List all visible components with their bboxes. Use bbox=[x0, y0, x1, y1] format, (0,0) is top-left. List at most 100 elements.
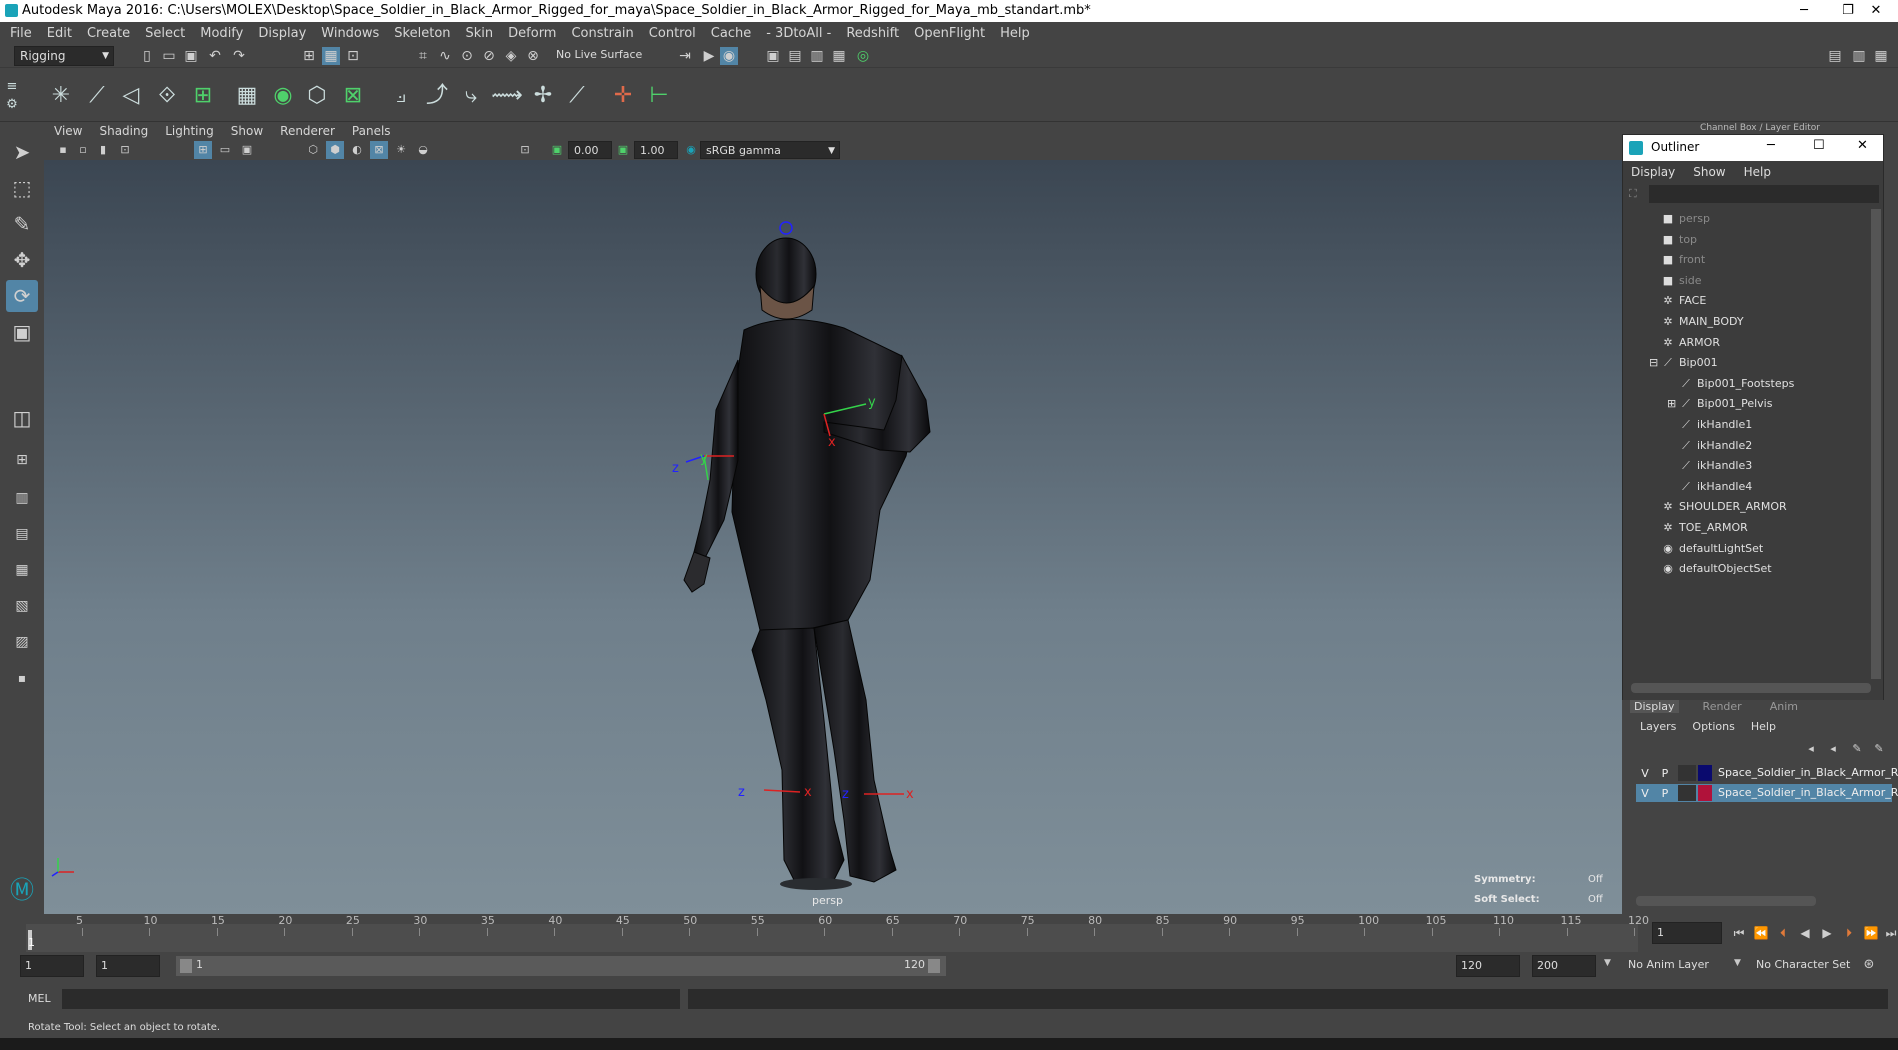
undo-icon[interactable]: ↶ bbox=[206, 47, 224, 65]
move-layer-up-icon[interactable]: ◂ bbox=[1802, 740, 1820, 758]
display-layer-row[interactable]: V P Space_Soldier_in_Black_Armor_R bbox=[1636, 784, 1898, 802]
ipr-render-icon[interactable]: ▤ bbox=[786, 47, 804, 65]
menu-3dtoall[interactable]: - 3DtoAll - bbox=[766, 26, 831, 41]
smooth-shade-icon[interactable]: ⬢ bbox=[326, 141, 344, 159]
snap-vertex-icon[interactable]: ⊗ bbox=[524, 47, 542, 65]
range-start-handle[interactable] bbox=[180, 959, 192, 973]
grid-toggle-icon[interactable]: ⊞ bbox=[194, 141, 212, 159]
outliner-menu-show[interactable]: Show bbox=[1693, 165, 1725, 179]
layer-playback-toggle[interactable]: P bbox=[1656, 785, 1674, 801]
menu-windows[interactable]: Windows bbox=[321, 26, 379, 41]
camera-select-icon[interactable]: ▪ bbox=[54, 141, 72, 159]
exposure-field[interactable]: 0.00 bbox=[568, 141, 612, 159]
menu-file[interactable]: File bbox=[10, 26, 32, 41]
insert-joint-icon[interactable]: ⟋ bbox=[80, 78, 114, 114]
curve-tool-icon[interactable]: ⤷ bbox=[454, 78, 488, 114]
current-frame-field[interactable]: 1 bbox=[1652, 922, 1722, 944]
live-surface-label[interactable]: No Live Surface bbox=[556, 48, 642, 61]
film-gate-icon[interactable]: ▭ bbox=[216, 141, 234, 159]
shelf-menu-icon[interactable]: ≡ ⚙ bbox=[0, 78, 24, 114]
workspace-icon-3[interactable]: ▦ bbox=[1872, 47, 1890, 65]
menu-cache[interactable]: Cache bbox=[711, 26, 751, 41]
shadows-icon[interactable]: ◒ bbox=[414, 141, 432, 159]
ik-spline-icon[interactable]: ⤴ bbox=[420, 78, 454, 114]
tab-anim[interactable]: Anim bbox=[1766, 700, 1802, 713]
chevron-down-icon[interactable]: ▼ bbox=[1734, 958, 1741, 968]
workspace-icon-1[interactable]: ▤ bbox=[1826, 47, 1844, 65]
animation-end-field[interactable]: 200 bbox=[1532, 955, 1596, 977]
paint-select-icon[interactable]: ✎ bbox=[6, 208, 38, 240]
display-render-settings-icon[interactable]: ▦ bbox=[830, 47, 848, 65]
snap-view-icon[interactable]: ⊘ bbox=[480, 47, 498, 65]
new-empty-layer-icon[interactable]: ✎ bbox=[1848, 740, 1866, 758]
play-backward-icon[interactable]: ◀ bbox=[1796, 924, 1814, 942]
layer-type-toggle[interactable] bbox=[1678, 785, 1696, 801]
lattice-icon[interactable]: ◉ bbox=[266, 78, 300, 114]
more-layouts-icon[interactable]: ▪ bbox=[6, 662, 38, 694]
layer-menu-help[interactable]: Help bbox=[1751, 720, 1776, 733]
outliner-item[interactable]: ⟋ Bip001_Footsteps bbox=[1679, 374, 1794, 394]
chevron-down-icon[interactable]: ▼ bbox=[1604, 958, 1611, 968]
outliner-item[interactable]: ◉ defaultObjectSet bbox=[1661, 559, 1771, 579]
close-button[interactable]: ✕ bbox=[1857, 138, 1868, 153]
go-to-start-icon[interactable]: ⏮ bbox=[1730, 924, 1748, 942]
outliner-item[interactable]: ◉ defaultLightSet bbox=[1661, 539, 1763, 559]
layer-hscrollbar[interactable] bbox=[1636, 896, 1816, 906]
filter-icon[interactable]: ⛶ bbox=[1629, 187, 1643, 201]
layout-icon-1[interactable]: ▥ bbox=[6, 482, 38, 514]
minimize-button[interactable]: ─ bbox=[1767, 138, 1775, 153]
cluster-icon[interactable]: ⊠ bbox=[336, 78, 370, 114]
layer-menu-options[interactable]: Options bbox=[1692, 720, 1734, 733]
outliner-menu-help[interactable]: Help bbox=[1744, 165, 1771, 179]
outliner-titlebar[interactable]: Outliner ─ ☐ ✕ bbox=[1623, 135, 1883, 161]
step-back-frame-icon[interactable]: ⏴ bbox=[1774, 924, 1792, 942]
menu-help[interactable]: Help bbox=[1000, 26, 1030, 41]
outliner-item[interactable]: ⟋ Bip001_Pelvis bbox=[1679, 394, 1772, 414]
menu-control[interactable]: Control bbox=[649, 26, 696, 41]
menu-modify[interactable]: Modify bbox=[200, 26, 243, 41]
menu-select[interactable]: Select bbox=[145, 26, 185, 41]
display-layer-row[interactable]: V P Space_Soldier_in_Black_Armor_R bbox=[1636, 764, 1898, 782]
tab-render[interactable]: Render bbox=[1699, 700, 1746, 713]
gamma-icon[interactable]: ▣ bbox=[614, 141, 632, 159]
range-end-handle[interactable] bbox=[928, 959, 940, 973]
playback-start-field[interactable]: 1 bbox=[96, 955, 160, 977]
menu-edit[interactable]: Edit bbox=[47, 26, 72, 41]
expand-icon[interactable]: ⊞ bbox=[1667, 394, 1676, 414]
outliner-item[interactable]: ⟋ Bip001 bbox=[1661, 353, 1717, 373]
orient-joint-icon[interactable]: ⟐ bbox=[150, 78, 184, 114]
panel-menu-view[interactable]: View bbox=[54, 124, 82, 138]
workspace-icon-2[interactable]: ▥ bbox=[1850, 47, 1868, 65]
playback-end-field[interactable]: 120 bbox=[1456, 955, 1520, 977]
menu-redshift[interactable]: Redshift bbox=[846, 26, 899, 41]
outliner-item[interactable]: ■ front bbox=[1661, 250, 1705, 270]
image-plane-icon[interactable]: ⊡ bbox=[116, 141, 134, 159]
minimize-button[interactable]: ─ bbox=[1782, 0, 1826, 22]
perspective-viewport[interactable]: y x y z x x z z persp Symmetry: Off Soft… bbox=[44, 160, 1622, 914]
bookmark-icon[interactable]: ▮ bbox=[94, 141, 112, 159]
layer-color-swatch[interactable] bbox=[1698, 785, 1712, 801]
anim-layer-dropdown[interactable]: No Anim Layer bbox=[1628, 958, 1709, 971]
auto-key-icon[interactable]: ⊛ bbox=[1860, 956, 1878, 974]
time-track[interactable] bbox=[26, 924, 1638, 952]
go-to-end-icon[interactable]: ⏭ bbox=[1882, 924, 1898, 942]
play-forward-icon[interactable]: ▶ bbox=[1818, 924, 1836, 942]
camera-attributes-icon[interactable]: ▫ bbox=[74, 141, 92, 159]
quick-rig-icon[interactable]: ⊞ bbox=[186, 78, 220, 114]
outliner-item[interactable]: ✲ ARMOR bbox=[1661, 333, 1720, 353]
animation-start-field[interactable]: 1 bbox=[20, 955, 84, 977]
outliner-hscrollbar[interactable] bbox=[1631, 683, 1871, 693]
redo-icon[interactable]: ↷ bbox=[230, 47, 248, 65]
menu-create[interactable]: Create bbox=[87, 26, 130, 41]
maximize-button[interactable]: ☐ bbox=[1813, 138, 1825, 153]
wireframe-on-shaded-icon[interactable]: ◐ bbox=[348, 141, 366, 159]
snap-point-icon[interactable]: ⊙ bbox=[458, 47, 476, 65]
set-driven-key-icon[interactable]: ⊢ bbox=[642, 78, 676, 114]
lasso-tool-icon[interactable]: ⬚ bbox=[6, 172, 38, 204]
snap-curve-icon[interactable]: ∿ bbox=[436, 47, 454, 65]
outliner-item[interactable]: ⟋ ikHandle2 bbox=[1679, 436, 1752, 456]
command-input[interactable] bbox=[62, 989, 680, 1009]
outliner-item[interactable]: ✲ MAIN_BODY bbox=[1661, 312, 1743, 332]
move-tool-icon[interactable]: ✥ bbox=[6, 244, 38, 276]
layer-name[interactable]: Space_Soldier_in_Black_Armor_R bbox=[1718, 784, 1898, 802]
